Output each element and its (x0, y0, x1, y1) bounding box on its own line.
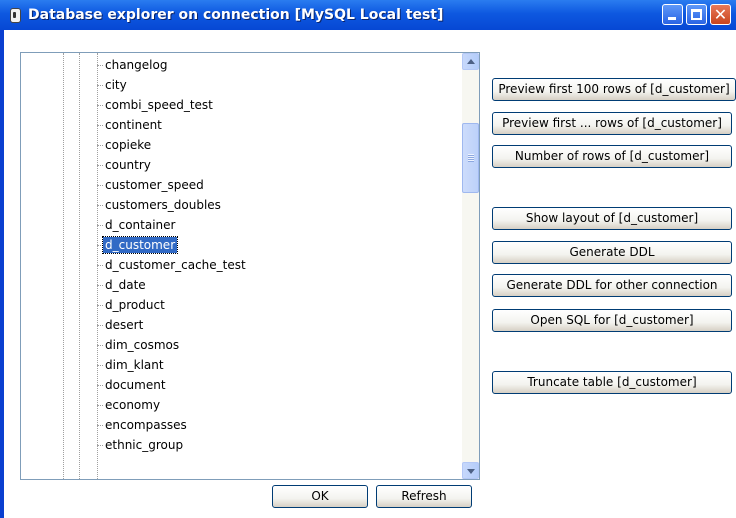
tree-item-label: city (105, 78, 127, 92)
tree-item-label: d_customer (101, 236, 179, 254)
chevron-down-icon (467, 469, 475, 474)
scroll-down-button[interactable] (462, 462, 479, 479)
database-explorer-window: Database explorer on connection [MySQL L… (0, 0, 736, 518)
tree-item-label: desert (105, 318, 144, 332)
tree-item[interactable]: d_date (97, 276, 397, 294)
grip-icon (468, 154, 474, 162)
tree-item-label: d_container (105, 218, 176, 232)
tree-item[interactable]: changelog (97, 56, 397, 74)
tree-item-label: changelog (105, 58, 168, 72)
maximize-button[interactable] (686, 4, 707, 25)
truncate-table-button[interactable]: Truncate table [d_customer] (492, 371, 732, 394)
tree-item[interactable]: d_customer_cache_test (97, 256, 397, 274)
tree-item-label: continent (105, 118, 162, 132)
dialog-body: changelog city combi_speed_test continent co… (4, 30, 736, 518)
tree-item-label: customer_speed (105, 178, 204, 192)
show-layout-button[interactable]: Show layout of [d_customer] (492, 207, 732, 230)
minimize-icon (668, 17, 676, 20)
lock-icon (10, 8, 21, 23)
tree-item[interactable]: dim_cosmos (97, 336, 397, 354)
tree-item-label: dim_klant (105, 358, 164, 372)
refresh-button[interactable]: Refresh (376, 485, 472, 508)
minimize-button[interactable] (662, 4, 683, 25)
tree-item[interactable]: document (97, 376, 397, 394)
tree-item[interactable]: customer_speed (97, 176, 397, 194)
tree-item[interactable]: d_customer (97, 236, 397, 254)
generate-ddl-other-button[interactable]: Generate DDL for other connection (492, 274, 732, 297)
tree-item-label: d_customer_cache_test (105, 258, 246, 272)
tree-item[interactable]: desert (97, 316, 397, 334)
close-button[interactable]: ✕ (710, 4, 731, 25)
tree-item-label: d_product (105, 298, 165, 312)
tree-item-label: economy (105, 398, 161, 412)
tree-item[interactable]: customers_doubles (97, 196, 397, 214)
tree-item[interactable]: ethnic_group (97, 436, 397, 454)
tree-item[interactable]: encompasses (97, 416, 397, 434)
tree-item-label: document (105, 378, 166, 392)
tree-item[interactable]: copieke (97, 136, 397, 154)
ok-button[interactable]: OK (272, 485, 368, 508)
tree-item[interactable]: d_product (97, 296, 397, 314)
row-count-button[interactable]: Number of rows of [d_customer] (492, 145, 732, 168)
tree-item[interactable]: dim_klant (97, 356, 397, 374)
tree-item-label: copieke (105, 138, 152, 152)
tree-item-label: customers_doubles (105, 198, 221, 212)
tree-item[interactable]: continent (97, 116, 397, 134)
tree-guide-line (79, 53, 80, 479)
tree-item-label: ethnic_group (105, 438, 184, 452)
tree-item-label: encompasses (105, 418, 187, 432)
tree-item-label: combi_speed_test (105, 98, 213, 112)
tree-item-label: country (105, 158, 151, 172)
tree-scrollbar[interactable] (462, 53, 479, 479)
close-icon: ✕ (713, 5, 728, 24)
tree-item[interactable]: d_container (97, 216, 397, 234)
tree-item[interactable]: combi_speed_test (97, 96, 397, 114)
scroll-up-button[interactable] (462, 53, 479, 70)
open-sql-button[interactable]: Open SQL for [d_customer] (492, 309, 732, 332)
scroll-thumb[interactable] (462, 123, 479, 193)
maximize-icon (691, 9, 702, 20)
generate-ddl-button[interactable]: Generate DDL (492, 241, 732, 264)
title-bar[interactable]: Database explorer on connection [MySQL L… (0, 0, 736, 30)
window-title: Database explorer on connection [MySQL L… (28, 7, 444, 23)
tree-item[interactable]: economy (97, 396, 397, 414)
preview-first-100-button[interactable]: Preview first 100 rows of [d_customer] (492, 78, 736, 101)
tree-guide-line (63, 53, 64, 479)
tree-item-label: dim_cosmos (105, 338, 180, 352)
tree-item[interactable]: city (97, 76, 397, 94)
table-tree[interactable]: changelog city combi_speed_test continent co… (20, 52, 480, 480)
tree-item[interactable]: country (97, 156, 397, 174)
tree-item-label: d_date (105, 278, 146, 292)
preview-first-n-button[interactable]: Preview first ... rows of [d_customer] (492, 112, 732, 135)
chevron-up-icon (467, 59, 475, 64)
